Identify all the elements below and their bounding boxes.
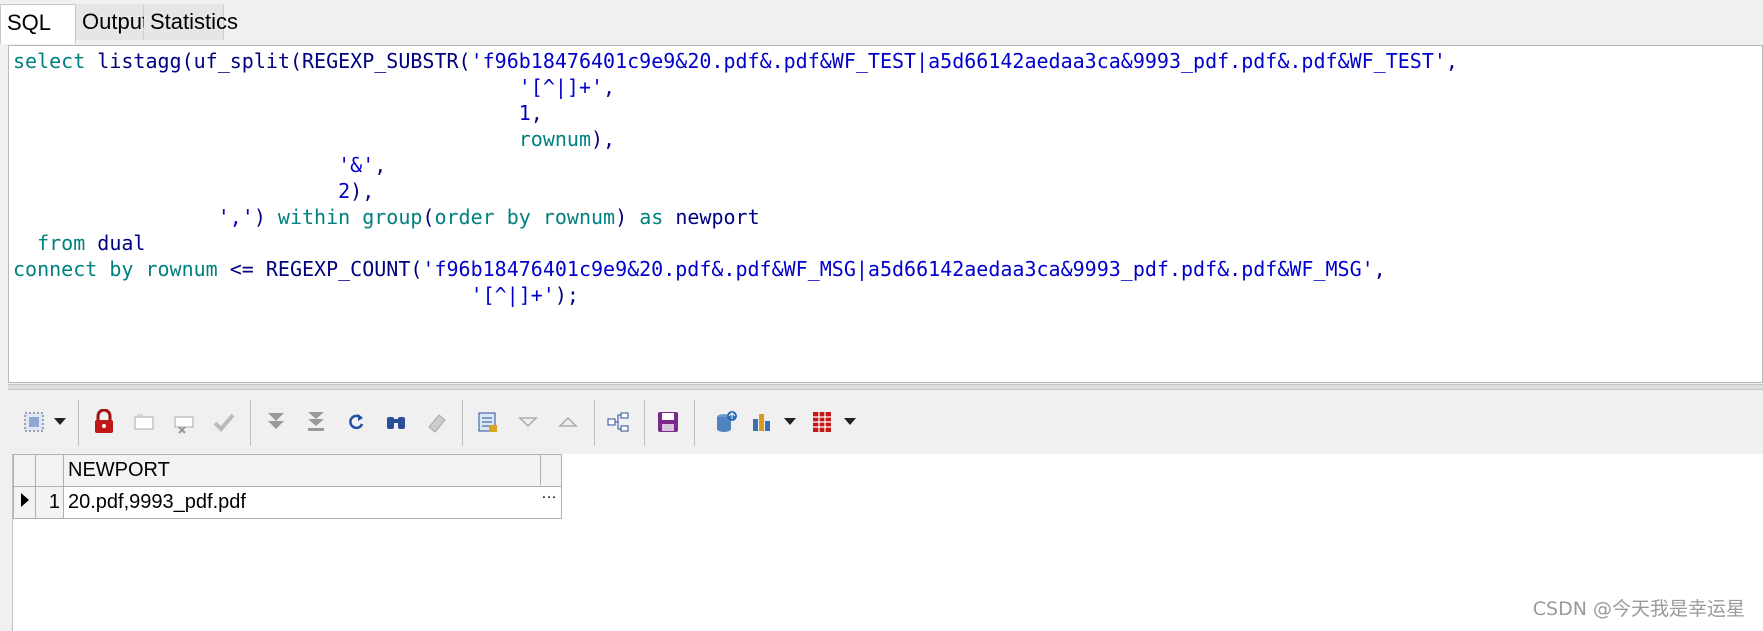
select-mode-dropdown-icon[interactable] [54,418,66,425]
code-token: rownum [518,127,591,151]
grid-cell[interactable]: 20.pdf,9993_pdf.pdf … [63,485,562,519]
code-line: '&', [13,153,386,177]
code-token: '[^|]+' [518,75,604,99]
result-grid: NEWPORT 1 20.pdf,9993_pdf.pdf … [13,454,562,519]
code-token: 1 [518,101,531,125]
post-record-icon[interactable] [208,406,240,438]
tab-statistics[interactable]: Statistics [144,4,238,40]
code-token: 'f96b18476401c9e9&20.pdf&.pdf&WF_MSG|a5d… [422,257,1374,281]
insert-record-icon[interactable] [128,406,160,438]
fetch-next-icon[interactable] [260,406,292,438]
code-token: 'f96b18476401c9e9&20.pdf&.pdf&WF_TEST|a5… [470,49,1446,73]
delete-record-icon[interactable] [168,406,200,438]
column-header-label: NEWPORT [68,459,170,481]
grid-toolbar [8,392,1763,454]
tab-bar: SQL Output Statistics [0,0,1763,44]
code-token: listagg(uf_split(REGEXP_SUBSTR( [97,49,471,73]
code-token: , [1445,49,1458,73]
cell-value: 20.pdf,9993_pdf.pdf [68,491,246,513]
single-record-view-icon[interactable] [472,406,504,438]
code-token: from [37,231,86,255]
column-header-newport[interactable]: NEWPORT [63,454,562,487]
row-number: 1 [35,486,64,519]
tab-sql[interactable]: SQL [0,4,76,44]
code-line: 2), [13,179,374,203]
sql-editor[interactable]: select listagg(uf_split(REGEXP_SUBSTR('f… [8,45,1763,383]
code-token: dual [85,231,146,255]
chart-icon[interactable] [746,406,778,438]
code-token: select [13,49,86,73]
code-line: from dual [13,231,145,255]
table-row[interactable]: 1 20.pdf,9993_pdf.pdf … [13,485,562,519]
code-token: newport [663,205,760,229]
code-token: , [1373,257,1386,281]
code-token: <= REGEXP_COUNT( [217,257,423,281]
tab-output[interactable]: Output [76,4,148,40]
code-token: ), [590,127,616,151]
fetch-last-icon[interactable] [300,406,332,438]
code-token: order by rownum [434,205,616,229]
code-token: within group [277,205,423,229]
row-indicator[interactable] [13,486,36,519]
chart-dropdown-icon[interactable] [784,418,796,425]
code-token: 2 [338,179,351,203]
result-grid-area: NEWPORT 1 20.pdf,9993_pdf.pdf … CSDN @今天… [12,454,1763,631]
code-token: , [530,101,543,125]
code-line: select listagg(uf_split(REGEXP_SUBSTR('f… [13,49,1458,73]
next-record-icon[interactable] [512,406,544,438]
code-token: ',' [217,205,254,229]
grid-export-icon[interactable] [806,406,838,438]
code-token: ), [350,179,375,203]
code-token: '&' [338,153,375,177]
code-token: , [603,75,616,99]
code-token: ) [253,205,278,229]
column-header-button[interactable] [540,455,561,485]
grid-header-row: NEWPORT [13,454,562,487]
find-icon[interactable] [380,406,412,438]
code-line: '[^|]+'); [13,283,579,307]
code-token: as [639,205,664,229]
code-line: connect by rownum <= REGEXP_COUNT('f96b1… [13,257,1386,281]
grid-corner [13,454,36,487]
code-token: connect by rownum [13,257,218,281]
select-mode-icon[interactable] [18,406,50,438]
splitter[interactable] [8,384,1763,390]
cell-ellipsis-button[interactable]: … [541,485,557,503]
lock-icon[interactable] [88,406,120,438]
save-icon[interactable] [652,406,684,438]
code-token: ) [615,205,640,229]
export-icon[interactable] [710,406,742,438]
grid-corner-num [35,454,64,487]
code-token: ); [554,283,579,307]
current-row-arrow-icon [20,493,29,507]
clear-icon[interactable] [420,406,452,438]
code-token: '[^|]+' [470,283,555,307]
code-token: , [374,153,387,177]
code-token: ( [422,205,435,229]
code-line: 1, [13,101,543,125]
code-line: rownum), [13,127,615,151]
previous-record-icon[interactable] [552,406,584,438]
watermark: CSDN @今天我是幸运星 [1532,598,1745,620]
refresh-icon[interactable] [340,406,372,438]
grid-export-dropdown-icon[interactable] [844,418,856,425]
code-line: ',') within group(order by rownum) as ne… [13,205,760,229]
sql-code[interactable]: select listagg(uf_split(REGEXP_SUBSTR('f… [9,46,1762,308]
query-structure-icon[interactable] [602,406,634,438]
code-line: '[^|]+', [13,75,615,99]
